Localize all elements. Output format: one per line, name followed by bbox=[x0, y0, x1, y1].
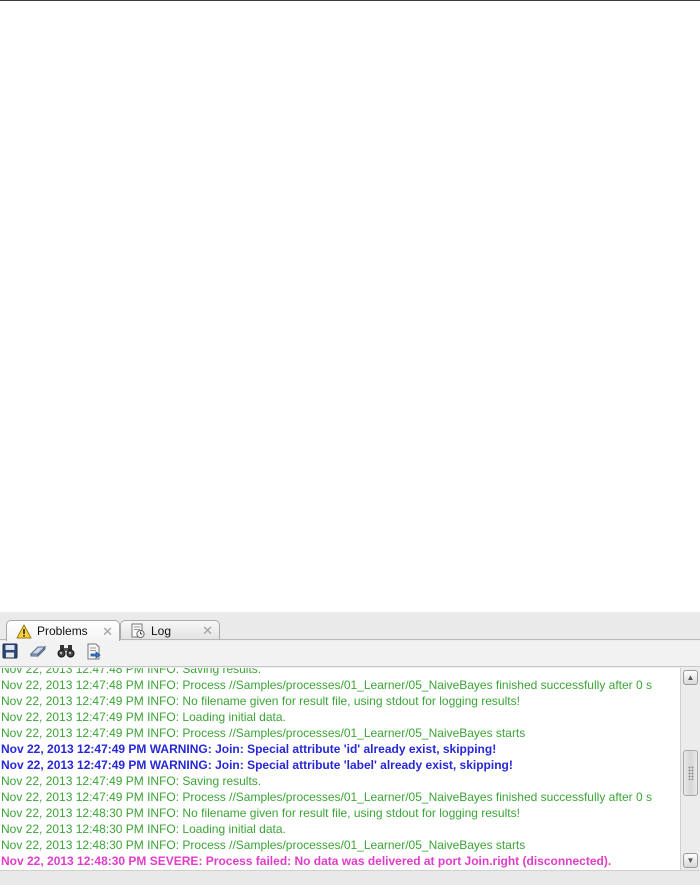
save-icon bbox=[2, 643, 18, 664]
export-button[interactable] bbox=[85, 643, 103, 665]
scrollbar-thumb[interactable] bbox=[683, 750, 698, 796]
warning-icon bbox=[15, 623, 33, 639]
vertical-scrollbar[interactable]: ▲ ▼ bbox=[680, 668, 700, 870]
scroll-up-button[interactable]: ▲ bbox=[683, 670, 698, 685]
status-bar bbox=[0, 870, 700, 885]
log-line: Nov 22, 2013 12:47:49 PM INFO: Process /… bbox=[1, 790, 652, 804]
find-button[interactable] bbox=[57, 645, 75, 663]
eraser-icon bbox=[29, 644, 47, 663]
log-line: Nov 22, 2013 12:48:30 PM INFO: No filena… bbox=[1, 806, 520, 820]
binoculars-icon bbox=[57, 644, 75, 663]
tab-problems-label: Problems bbox=[37, 624, 88, 638]
log-line: Nov 22, 2013 12:48:30 PM INFO: Process /… bbox=[1, 838, 526, 852]
log-line: Nov 22, 2013 12:47:48 PM INFO: Saving re… bbox=[1, 668, 262, 676]
log-line: Nov 22, 2013 12:48:30 PM INFO: Loading i… bbox=[1, 822, 286, 836]
log-line: Nov 22, 2013 12:48:30 PM SEVERE: Process… bbox=[1, 854, 612, 868]
scrollbar-track[interactable] bbox=[683, 686, 698, 852]
log-line: Nov 22, 2013 12:47:49 PM INFO: Process /… bbox=[1, 726, 526, 740]
log-line: Nov 22, 2013 12:47:48 PM INFO: Process /… bbox=[1, 678, 652, 692]
tab-problems[interactable]: Problems ✕ bbox=[6, 620, 120, 641]
panel-tab-bar: Log ✕ Problems ✕ bbox=[0, 612, 700, 641]
scroll-down-button[interactable]: ▼ bbox=[683, 853, 698, 868]
save-log-button[interactable] bbox=[1, 643, 19, 664]
log-line: Nov 22, 2013 12:47:49 PM WARNING: Join: … bbox=[1, 758, 513, 772]
log-icon bbox=[129, 623, 147, 639]
tab-log[interactable]: Log ✕ bbox=[120, 620, 220, 640]
log-line: Nov 22, 2013 12:47:49 PM INFO: Loading i… bbox=[1, 710, 286, 724]
bottom-panel: Log ✕ Problems ✕ Nov 22, 2013 12:47:48 P… bbox=[0, 612, 700, 885]
log-toolbar bbox=[0, 641, 700, 667]
log-line: Nov 22, 2013 12:47:49 PM INFO: No filena… bbox=[1, 694, 520, 708]
log-line: Nov 22, 2013 12:47:49 PM INFO: Saving re… bbox=[1, 774, 262, 788]
close-icon[interactable]: ✕ bbox=[102, 625, 113, 638]
close-icon[interactable]: ✕ bbox=[202, 624, 213, 637]
process-canvas[interactable] bbox=[0, 1, 700, 612]
export-icon bbox=[86, 643, 102, 665]
tab-log-label: Log bbox=[151, 623, 172, 638]
chevron-down-icon: ▼ bbox=[686, 856, 695, 865]
chevron-up-icon: ▲ bbox=[686, 673, 695, 682]
log-output[interactable]: Nov 22, 2013 12:47:48 PM INFO: Saving re… bbox=[0, 668, 680, 870]
log-line: Nov 22, 2013 12:47:49 PM WARNING: Join: … bbox=[1, 742, 497, 756]
grip-icon bbox=[688, 766, 694, 780]
clear-log-button[interactable] bbox=[29, 645, 47, 663]
log-lines: Nov 22, 2013 12:47:48 PM INFO: Saving re… bbox=[0, 668, 652, 869]
